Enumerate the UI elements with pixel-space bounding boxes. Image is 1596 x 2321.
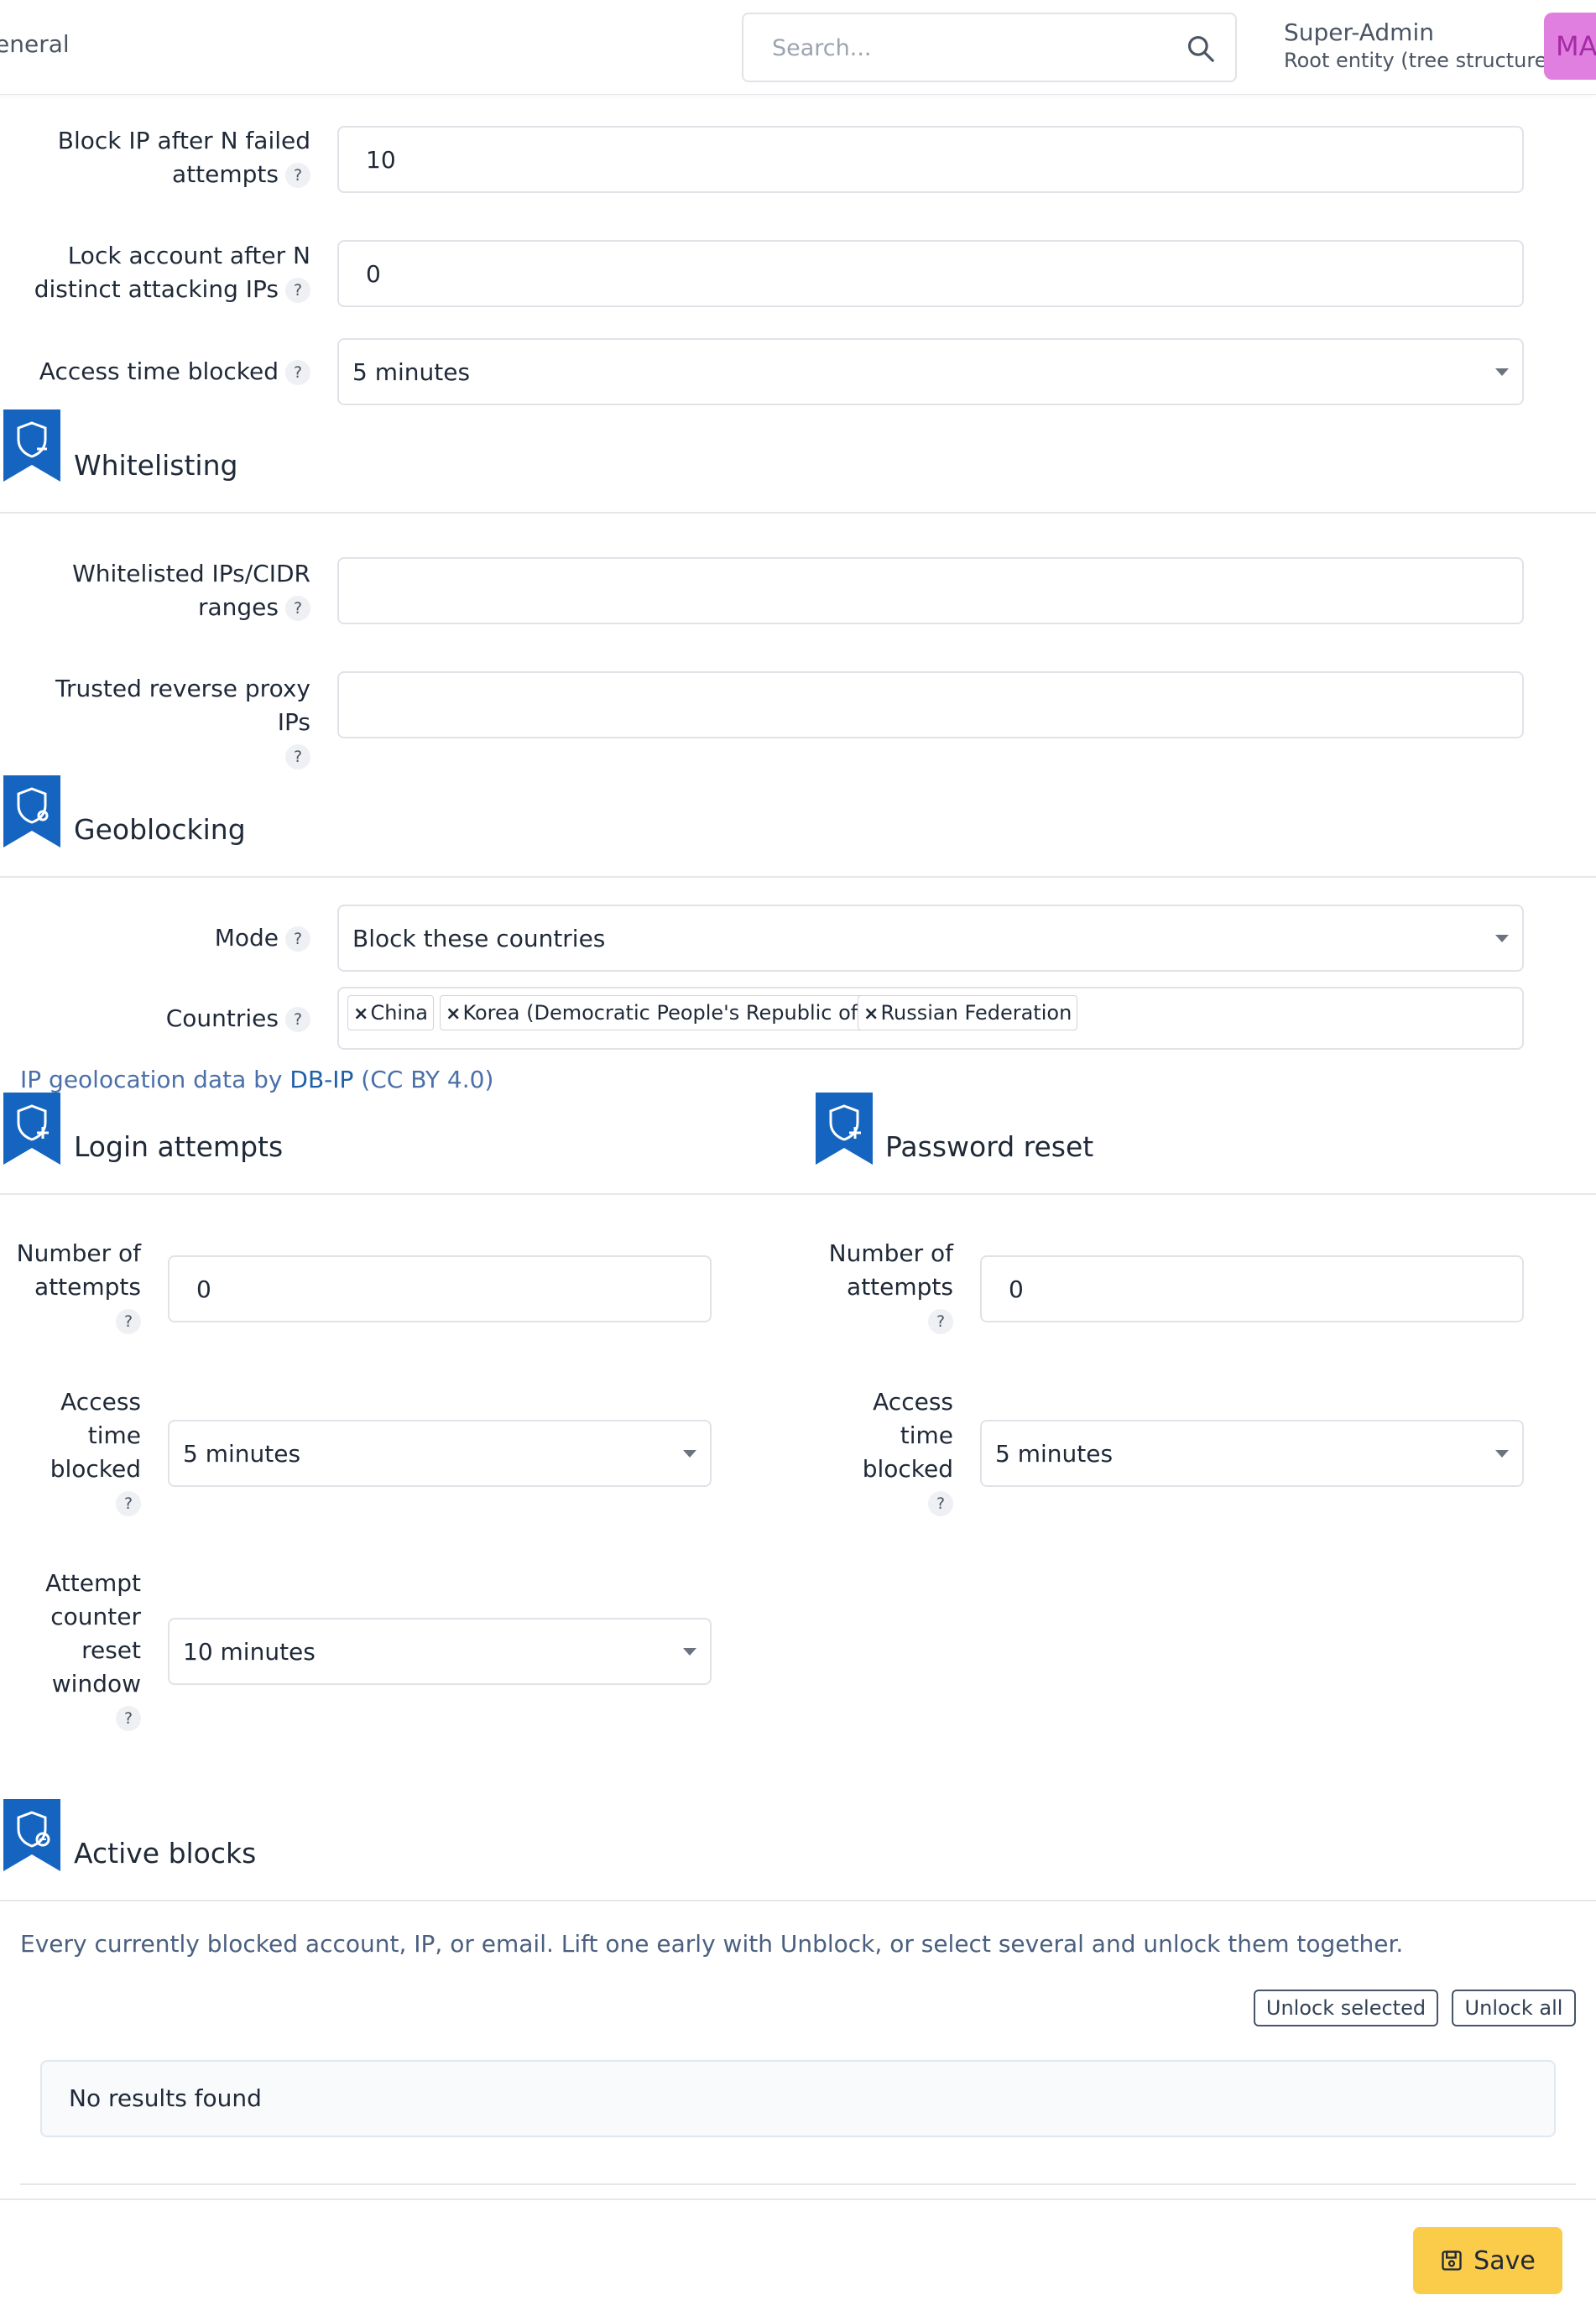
shield-plus-icon (3, 1093, 60, 1165)
mode-select[interactable]: Block these countries (337, 905, 1524, 972)
divider (0, 512, 1596, 514)
trusted-proxy-input[interactable] (337, 671, 1524, 738)
active-blocks-description: Every currently blocked account, IP, or … (20, 1930, 1404, 1958)
help-icon[interactable]: ? (928, 1491, 953, 1516)
search-input[interactable] (770, 31, 1173, 65)
login-access-time-select[interactable]: 5 minutes (168, 1420, 712, 1487)
lock-account-input[interactable]: 0 (337, 240, 1524, 307)
chevron-down-icon (1495, 1450, 1509, 1458)
lock-account-label: Lock account after N distinct attacking … (34, 242, 310, 303)
reset-access-time-select[interactable]: 5 minutes (980, 1420, 1524, 1487)
help-icon[interactable]: ? (285, 744, 310, 769)
login-attempts-label: Number of attempts ? (8, 1237, 141, 1338)
country-tag[interactable]: ×Russian Federation (858, 995, 1078, 1030)
section-title-geoblocking: Geoblocking (74, 813, 246, 846)
access-time-select[interactable]: 5 minutes (337, 338, 1524, 405)
whitelisted-ips-label: Whitelisted IPs/CIDR ranges? (72, 560, 310, 621)
remove-tag-icon[interactable]: × (863, 1004, 879, 1025)
remove-tag-icon[interactable]: × (353, 1004, 368, 1025)
shield-location-icon (3, 775, 60, 848)
block-ip-input[interactable]: 10 (337, 126, 1524, 193)
mode-label: Mode? (17, 921, 310, 955)
avatar[interactable]: MA (1544, 13, 1596, 80)
section-title-password-reset: Password reset (885, 1130, 1094, 1163)
countries-label: Countries? (17, 1002, 310, 1035)
divider (0, 1900, 1596, 1901)
shield-minus-icon (3, 409, 60, 482)
help-icon[interactable]: ? (116, 1491, 141, 1516)
shield-check-icon (3, 1799, 60, 1871)
search-box[interactable] (742, 13, 1237, 82)
login-access-time-label: Access time blocked ? (8, 1385, 141, 1520)
search-icon[interactable] (1185, 33, 1217, 65)
unlock-selected-button[interactable]: Unlock selected (1254, 1990, 1438, 2026)
chevron-down-icon (1495, 368, 1509, 376)
help-icon[interactable]: ? (928, 1309, 953, 1334)
divider (0, 1193, 1596, 1195)
countries-multiselect[interactable]: ×China ×Korea (Democratic People's Repub… (337, 987, 1524, 1050)
empty-results: No results found (40, 2060, 1556, 2137)
reset-window-label: Attempt counter reset window ? (8, 1567, 141, 1734)
reset-attempts-input[interactable]: 0 (980, 1255, 1524, 1322)
block-ip-label: Block IP after N failed attempts? (57, 127, 310, 188)
reset-attempts-label: Number of attempts ? (821, 1237, 953, 1338)
chevron-down-icon (683, 1648, 696, 1656)
remove-tag-icon[interactable]: × (446, 1004, 461, 1025)
user-entity[interactable]: Root entity (tree structure) (1284, 49, 1555, 72)
trusted-proxy-label: Trusted reverse proxy IPs ? (17, 672, 310, 773)
section-title-active-blocks: Active blocks (74, 1837, 257, 1870)
whitelisted-ips-input[interactable] (337, 557, 1524, 624)
help-icon[interactable]: ? (285, 360, 310, 385)
user-name[interactable]: Super-Admin (1284, 18, 1434, 46)
help-icon[interactable]: ? (285, 163, 310, 188)
help-icon[interactable]: ? (285, 596, 310, 621)
top-bar: eneral Super-Admin Root entity (tree str… (0, 0, 1596, 95)
help-icon[interactable]: ? (285, 1007, 310, 1032)
section-title-login-attempts: Login attempts (74, 1130, 284, 1163)
help-icon[interactable]: ? (285, 278, 310, 303)
help-icon[interactable]: ? (285, 926, 310, 952)
floppy-disk-icon (1442, 2251, 1462, 2271)
divider (20, 2183, 1576, 2185)
chevron-down-icon (1495, 935, 1509, 942)
section-title-whitelisting: Whitelisting (74, 449, 238, 482)
save-button[interactable]: Save (1413, 2227, 1562, 2294)
shield-plus-icon (816, 1093, 873, 1165)
chevron-down-icon (683, 1450, 696, 1458)
help-icon[interactable]: ? (116, 1706, 141, 1731)
breadcrumb[interactable]: eneral (0, 30, 70, 58)
unlock-all-button[interactable]: Unlock all (1452, 1990, 1576, 2026)
geolocation-note: IP geolocation data by DB-IP (CC BY 4.0) (20, 1066, 494, 1093)
divider (0, 876, 1596, 878)
footer-divider (0, 2198, 1596, 2200)
access-time-label: Access time blocked? (17, 355, 310, 389)
db-ip-link[interactable]: DB-IP (289, 1066, 353, 1093)
help-icon[interactable]: ? (116, 1309, 141, 1334)
country-tag[interactable]: ×Korea (Democratic People's Republic of) (440, 995, 872, 1030)
reset-access-time-label: Access time blocked ? (821, 1385, 953, 1520)
country-tag[interactable]: ×China (347, 995, 434, 1030)
login-attempts-input[interactable]: 0 (168, 1255, 712, 1322)
reset-window-select[interactable]: 10 minutes (168, 1618, 712, 1685)
